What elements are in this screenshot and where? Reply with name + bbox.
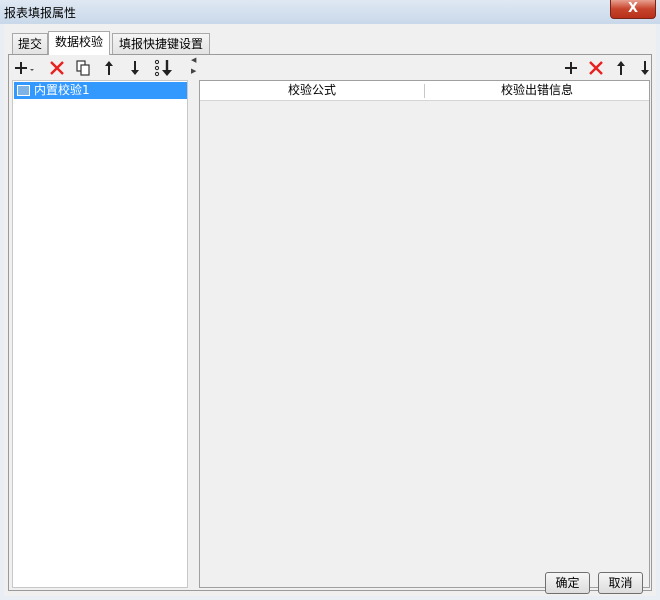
ok-button-label: 确定	[555, 576, 580, 590]
column-header-formula[interactable]: 校验公式	[200, 81, 424, 100]
sort-button[interactable]	[153, 58, 175, 78]
delete-icon	[589, 61, 603, 75]
validation-list[interactable]: 内置校验1	[12, 80, 188, 588]
move-up-icon	[105, 61, 113, 75]
delete-button[interactable]	[47, 58, 67, 78]
add-icon	[565, 62, 577, 74]
move-down-icon	[641, 61, 649, 75]
close-icon: X	[627, 1, 639, 16]
tab-data-validation[interactable]: 数据校验	[48, 31, 110, 55]
delete-icon	[50, 61, 64, 75]
ok-button[interactable]: 确定	[545, 572, 590, 594]
window-title: 报表填报属性	[4, 6, 77, 20]
table-header: 校验公式 校验出错信息	[200, 81, 649, 101]
cancel-button[interactable]: 取消	[598, 572, 643, 594]
add-dropdown-button[interactable]	[13, 58, 37, 78]
move-up-icon	[617, 61, 625, 75]
tab-label: 填报快捷键设置	[118, 37, 203, 51]
formula-move-up-button[interactable]	[611, 58, 631, 78]
left-toolbar	[9, 55, 189, 80]
tab-label: 提交	[17, 37, 42, 51]
cancel-button-label: 取消	[608, 576, 633, 590]
move-up-button[interactable]	[99, 58, 119, 78]
move-down-button[interactable]	[125, 58, 145, 78]
sort-icon	[154, 59, 172, 77]
close-button[interactable]: X	[610, 0, 656, 19]
column-header-error-message[interactable]: 校验出错信息	[425, 81, 649, 100]
dialog-body: 提交 数据校验 填报快捷键设置 内置校验1 ◀ ▶ 校验公式 校验出错信息 确定…	[4, 24, 656, 596]
right-toolbar	[197, 55, 651, 80]
copy-icon	[76, 60, 90, 76]
add-formula-button[interactable]	[561, 58, 581, 78]
tab-label: 数据校验	[54, 35, 103, 49]
add-dropdown-icon	[15, 62, 34, 74]
dialog-window: 报表填报属性 X 提交 数据校验 填报快捷键设置 内置校验1 ◀ ▶ 校验公式 …	[0, 0, 660, 600]
list-item-label: 内置校验1	[34, 83, 90, 97]
tab-submit[interactable]: 提交	[12, 33, 48, 55]
collapse-right-icon[interactable]: ▶	[191, 68, 196, 75]
collapse-left-icon[interactable]: ◀	[191, 57, 196, 64]
formula-table[interactable]: 校验公式 校验出错信息	[199, 80, 650, 588]
list-item[interactable]: 内置校验1	[14, 82, 187, 99]
delete-formula-button[interactable]	[586, 58, 606, 78]
tab-shortcut-settings[interactable]: 填报快捷键设置	[112, 33, 210, 55]
panel-splitter[interactable]: ◀ ▶	[190, 55, 197, 590]
copy-button[interactable]	[73, 58, 93, 78]
tab-panel-data-validation: 内置校验1 ◀ ▶ 校验公式 校验出错信息	[8, 54, 652, 591]
move-down-icon	[131, 61, 139, 75]
validation-item-icon	[17, 85, 30, 96]
formula-move-down-button[interactable]	[635, 58, 655, 78]
title-bar[interactable]: 报表填报属性 X	[0, 0, 660, 24]
